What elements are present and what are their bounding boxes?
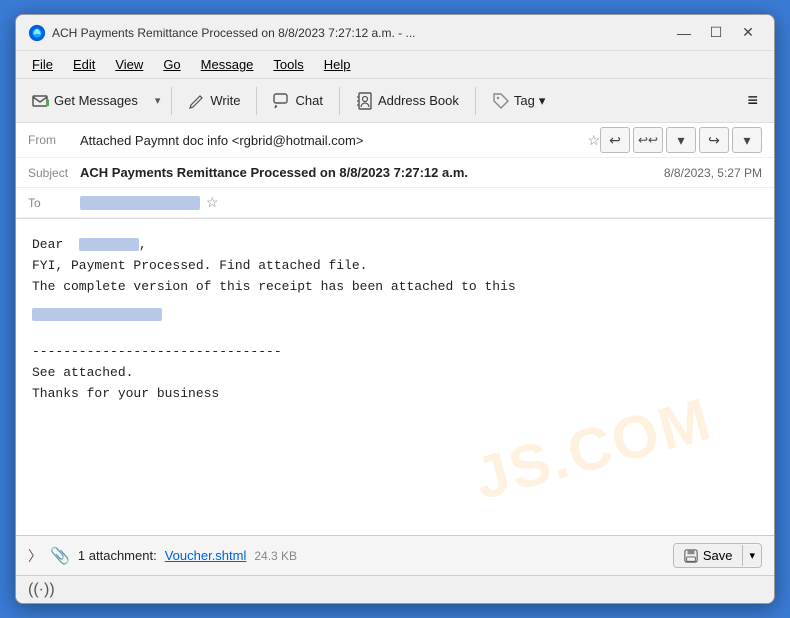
minimize-button[interactable]: — [670, 23, 698, 43]
save-button-group: Save ▾ [673, 543, 762, 568]
divider-4 [475, 87, 476, 115]
body-dear-line: Dear , [32, 235, 758, 256]
from-label: From [28, 133, 80, 147]
subject-value: ACH Payments Remittance Processed on 8/8… [80, 165, 648, 180]
from-value: Attached Paymnt doc info <rgbrid@hotmail… [80, 133, 581, 148]
hamburger-button[interactable]: ≡ [739, 86, 766, 115]
body-dear-text: Dear [32, 237, 63, 252]
tag-dropdown-icon: ▾ [539, 93, 546, 109]
menu-go[interactable]: Go [155, 55, 188, 74]
get-messages-icon [32, 92, 50, 110]
write-button[interactable]: Write [180, 88, 248, 114]
menubar: File Edit View Go Message Tools Help [16, 51, 774, 79]
attachment-expand-icon[interactable]: 〉 [28, 546, 42, 566]
save-main-button[interactable]: Save [674, 544, 743, 567]
to-label: To [28, 196, 80, 210]
write-label: Write [210, 93, 240, 108]
titlebar: ACH Payments Remittance Processed on 8/8… [16, 15, 774, 51]
menu-tools[interactable]: Tools [265, 55, 311, 74]
menu-help[interactable]: Help [316, 55, 359, 74]
titlebar-left: ACH Payments Remittance Processed on 8/8… [28, 24, 416, 42]
menu-message[interactable]: Message [193, 55, 262, 74]
dear-name-blurred [79, 238, 139, 251]
maximize-button[interactable]: ☐ [702, 23, 730, 43]
forward-button[interactable]: ↪ [699, 127, 729, 153]
tag-label: Tag [514, 93, 535, 108]
titlebar-controls: — ☐ ✕ [670, 23, 762, 43]
more-actions-dropdown[interactable]: ▾ [732, 127, 762, 153]
chat-button[interactable]: Chat [265, 88, 330, 114]
reply-button[interactable]: ↩ [600, 127, 630, 153]
divider-1 [171, 87, 172, 115]
subject-row: Subject ACH Payments Remittance Processe… [16, 158, 774, 188]
menu-view[interactable]: View [107, 55, 151, 74]
close-button[interactable]: ✕ [734, 23, 762, 43]
body-separator: -------------------------------- [32, 342, 758, 363]
divider-3 [339, 87, 340, 115]
statusbar: ((·)) [16, 575, 774, 603]
titlebar-title: ACH Payments Remittance Processed on 8/8… [52, 26, 416, 40]
subject-label: Subject [28, 166, 80, 180]
menu-file[interactable]: File [24, 55, 61, 74]
save-label: Save [703, 548, 733, 563]
to-value-blurred [80, 196, 200, 210]
tag-button[interactable]: Tag ▾ [484, 88, 554, 114]
get-messages-dropdown[interactable]: ▾ [152, 90, 164, 111]
divider-2 [256, 87, 257, 115]
body-line5: Thanks for your business [32, 384, 758, 405]
from-star-icon[interactable]: ☆ [587, 132, 600, 149]
body-link-blurred [32, 308, 162, 321]
attachment-count: 1 attachment: [78, 548, 157, 563]
reply-all-button[interactable]: ↩↩ [633, 127, 663, 153]
from-row: From Attached Paymnt doc info <rgbrid@ho… [16, 123, 774, 158]
tag-icon [492, 92, 510, 110]
body-line4: See attached. [32, 363, 758, 384]
email-date: 8/8/2023, 5:27 PM [664, 166, 762, 180]
address-book-button[interactable]: Address Book [348, 88, 467, 114]
body-line2: FYI, Payment Processed. Find attached fi… [32, 256, 758, 277]
address-book-label: Address Book [378, 93, 459, 108]
get-messages-label: Get Messages [54, 93, 138, 108]
get-messages-button[interactable]: Get Messages [24, 88, 146, 114]
write-icon [188, 92, 206, 110]
address-book-icon [356, 92, 374, 110]
to-star-icon[interactable]: ☆ [206, 194, 219, 211]
save-dropdown-button[interactable]: ▾ [742, 545, 761, 566]
attachment-bar: 〉 📎 1 attachment: Voucher.shtml 24.3 KB … [16, 535, 774, 575]
toolbar: Get Messages ▾ Write Chat [16, 79, 774, 123]
attachment-icon: 📎 [50, 546, 70, 566]
to-row: To ☆ [16, 188, 774, 218]
attachment-filename[interactable]: Voucher.shtml [165, 548, 247, 563]
menu-edit[interactable]: Edit [65, 55, 103, 74]
app-icon [28, 24, 46, 42]
more-replies-dropdown[interactable]: ▾ [666, 127, 696, 153]
wifi-icon: ((·)) [28, 581, 55, 599]
attachment-size: 24.3 KB [254, 549, 297, 563]
chat-label: Chat [295, 93, 322, 108]
email-body: Dear , FYI, Payment Processed. Find atta… [16, 219, 774, 535]
save-icon [684, 549, 698, 563]
chat-icon [273, 92, 291, 110]
email-header: From Attached Paymnt doc info <rgbrid@ho… [16, 123, 774, 219]
email-actions: ↩ ↩↩ ▾ ↪ ▾ [600, 127, 762, 153]
email-section: From Attached Paymnt doc info <rgbrid@ho… [16, 123, 774, 603]
main-window: ACH Payments Remittance Processed on 8/8… [15, 14, 775, 604]
body-line3: The complete version of this receipt has… [32, 277, 758, 298]
